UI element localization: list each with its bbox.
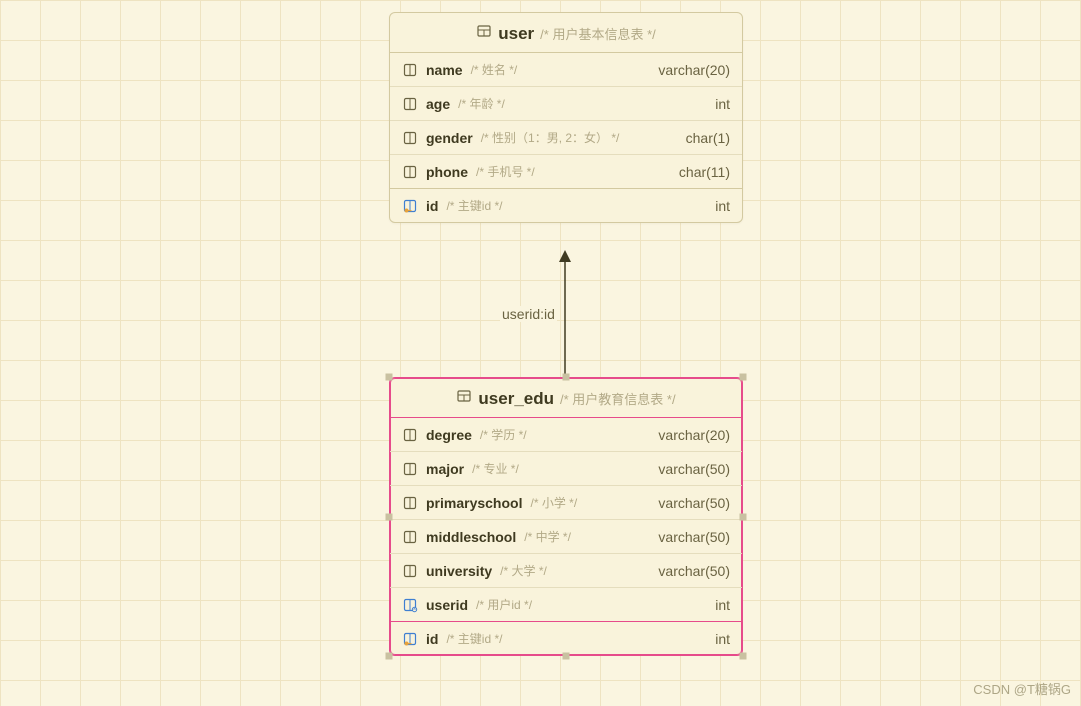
relation-label: userid:id — [500, 306, 557, 322]
selection-handle[interactable] — [563, 374, 570, 381]
selection-handle[interactable] — [740, 374, 747, 381]
selection-handle[interactable] — [740, 513, 747, 520]
column-row[interactable]: gender /* 性别（1：男, 2：女） */ char(1) — [390, 120, 742, 154]
column-comment: /* 用户id */ — [476, 596, 532, 613]
foreign-key-icon — [402, 597, 418, 613]
table-icon — [456, 388, 472, 404]
column-comment: /* 主键id */ — [446, 197, 502, 214]
column-row[interactable]: primaryschool /* 小学 */ varchar(50) — [390, 485, 742, 519]
selection-handle[interactable] — [563, 653, 570, 660]
column-row[interactable]: phone /* 手机号 */ char(11) — [390, 154, 742, 188]
column-type: varchar(50) — [658, 461, 730, 477]
column-name: id — [426, 631, 438, 647]
primary-key-icon — [402, 631, 418, 647]
column-type: varchar(50) — [658, 563, 730, 579]
column-row[interactable]: middleschool /* 中学 */ varchar(50) — [390, 519, 742, 553]
table-icon — [476, 23, 492, 39]
column-name: userid — [426, 597, 468, 613]
column-name: age — [426, 96, 450, 112]
column-row[interactable]: university /* 大学 */ varchar(50) — [390, 553, 742, 587]
column-icon — [402, 62, 418, 78]
column-icon — [402, 130, 418, 146]
column-type: char(11) — [679, 164, 730, 180]
column-name: middleschool — [426, 529, 516, 545]
table-user-edu-header: user_edu /* 用户教育信息表 */ — [390, 378, 742, 418]
table-user-edu-columns: degree /* 学历 */ varchar(20) major /* 专业 */ va… — [390, 418, 742, 655]
column-name: university — [426, 563, 492, 579]
column-type: int — [715, 198, 730, 214]
column-row[interactable]: id /* 主键id */ int — [390, 188, 742, 222]
column-row[interactable]: major /* 专业 */ varchar(50) — [390, 451, 742, 485]
table-user-columns: name /* 姓名 */ varchar(20) age /* 年龄 */ int gen… — [390, 53, 742, 222]
column-comment: /* 手机号 */ — [476, 163, 535, 180]
column-name: phone — [426, 164, 468, 180]
column-row[interactable]: degree /* 学历 */ varchar(20) — [390, 418, 742, 451]
column-comment: /* 性别（1：男, 2：女） */ — [481, 129, 620, 146]
table-user-header: user /* 用户基本信息表 */ — [390, 13, 742, 53]
table-user[interactable]: user /* 用户基本信息表 */ name /* 姓名 */ varchar(2… — [389, 12, 743, 223]
column-name: name — [426, 62, 463, 78]
column-icon — [402, 96, 418, 112]
primary-key-icon — [402, 198, 418, 214]
column-row[interactable]: id /* 主键id */ int — [390, 621, 742, 655]
column-type: int — [715, 631, 730, 647]
selection-handle[interactable] — [386, 653, 393, 660]
column-comment: /* 小学 */ — [530, 494, 577, 511]
column-type: varchar(50) — [658, 495, 730, 511]
table-user-comment: /* 用户基本信息表 */ — [540, 24, 656, 43]
column-comment: /* 年龄 */ — [458, 95, 505, 112]
selection-handle[interactable] — [386, 513, 393, 520]
column-icon — [402, 563, 418, 579]
column-comment: /* 大学 */ — [500, 562, 547, 579]
column-name: degree — [426, 427, 472, 443]
column-row[interactable]: userid /* 用户id */ int — [390, 587, 742, 621]
column-row[interactable]: age /* 年龄 */ int — [390, 86, 742, 120]
column-name: id — [426, 198, 438, 214]
column-comment: /* 专业 */ — [472, 460, 519, 477]
table-user-edu-title: user_edu — [478, 389, 554, 409]
column-name: primaryschool — [426, 495, 522, 511]
watermark: CSDN @T糖锅G — [973, 679, 1071, 698]
column-row[interactable]: name /* 姓名 */ varchar(20) — [390, 53, 742, 86]
column-icon — [402, 427, 418, 443]
table-user-edu[interactable]: user_edu /* 用户教育信息表 */ degree /* 学历 */ var… — [389, 377, 743, 656]
column-type: int — [715, 96, 730, 112]
column-name: major — [426, 461, 464, 477]
selection-handle[interactable] — [740, 653, 747, 660]
column-type: char(1) — [686, 130, 730, 146]
table-user-edu-comment: /* 用户教育信息表 */ — [560, 389, 676, 408]
table-user-title: user — [498, 24, 534, 44]
column-icon — [402, 461, 418, 477]
column-icon — [402, 529, 418, 545]
column-comment: /* 中学 */ — [524, 528, 571, 545]
column-icon — [402, 495, 418, 511]
selection-handle[interactable] — [386, 374, 393, 381]
column-name: gender — [426, 130, 473, 146]
column-comment: /* 主键id */ — [446, 630, 502, 647]
column-type: int — [715, 597, 730, 613]
column-type: varchar(50) — [658, 529, 730, 545]
column-icon — [402, 164, 418, 180]
column-comment: /* 姓名 */ — [471, 61, 518, 78]
column-comment: /* 学历 */ — [480, 426, 527, 443]
column-type: varchar(20) — [658, 62, 730, 78]
column-type: varchar(20) — [658, 427, 730, 443]
